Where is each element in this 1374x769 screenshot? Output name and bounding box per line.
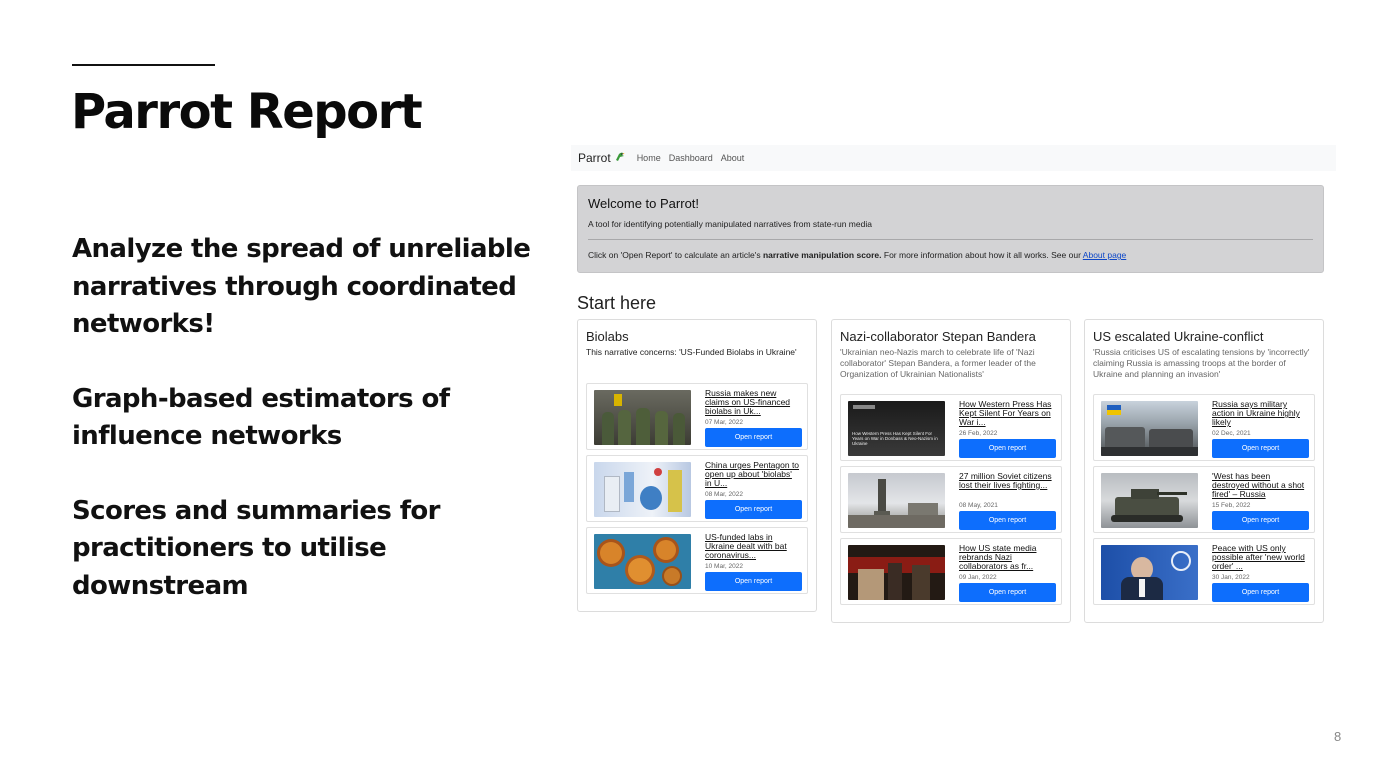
- article-thumbnail: [848, 473, 945, 528]
- welcome-text-before: Click on 'Open Report' to calculate an a…: [588, 250, 763, 260]
- article-card: Peace with US only possible after 'new w…: [1093, 538, 1315, 605]
- article-thumbnail: How Western Press Has Kept Silent For Ye…: [848, 401, 945, 456]
- brand-label: Parrot: [578, 151, 611, 165]
- slide-title: Parrot Report: [71, 84, 423, 140]
- nav-about[interactable]: About: [721, 153, 745, 163]
- open-report-button[interactable]: Open report: [705, 572, 802, 591]
- article-date: 08 Mar, 2022: [705, 491, 743, 498]
- article-title-link[interactable]: How US state media rebrands Nazi collabo…: [959, 544, 1054, 571]
- article-thumbnail: [594, 534, 691, 589]
- topic-description: 'Ukrainian neo-Nazis march to celebrate …: [840, 347, 1036, 379]
- open-report-button[interactable]: Open report: [959, 511, 1056, 530]
- article-date: 26 Feb, 2022: [959, 430, 998, 437]
- article-date: 02 Dec, 2021: [1212, 430, 1251, 437]
- topic-card-bandera: Nazi-collaborator Stepan Bandera 'Ukrain…: [831, 319, 1071, 623]
- open-report-button[interactable]: Open report: [1212, 439, 1309, 458]
- article-thumbnail: [594, 390, 691, 445]
- start-here-heading: Start here: [577, 293, 657, 313]
- welcome-text-bold: narrative manipulation score.: [762, 250, 882, 260]
- article-thumbnail: [1101, 401, 1198, 456]
- welcome-panel: Welcome to Parrot! A tool for identifyin…: [577, 185, 1324, 273]
- article-card: 'West has been destroyed without a shot …: [1093, 466, 1315, 533]
- page-number: 8: [1334, 729, 1342, 744]
- article-date: 07 Mar, 2022: [705, 419, 743, 426]
- topic-title: Biolabs: [586, 329, 629, 344]
- open-report-button[interactable]: Open report: [705, 500, 802, 519]
- brand[interactable]: Parrot: [578, 151, 625, 165]
- nav-dashboard[interactable]: Dashboard: [669, 153, 713, 163]
- article-card: US-funded labs in Ukraine dealt with bat…: [586, 527, 808, 594]
- welcome-subtitle: A tool for identifying potentially manip…: [588, 219, 872, 229]
- article-card: 27 million Soviet citizens lost their li…: [840, 466, 1062, 533]
- article-date: 15 Feb, 2022: [1212, 502, 1251, 509]
- article-title-link[interactable]: 27 million Soviet citizens lost their li…: [959, 472, 1054, 490]
- article-title-link[interactable]: US-funded labs in Ukraine dealt with bat…: [705, 533, 800, 560]
- topic-description: 'Russia criticises US of escalating tens…: [1093, 347, 1310, 379]
- open-report-button[interactable]: Open report: [959, 439, 1056, 458]
- article-title-link[interactable]: Peace with US only possible after 'new w…: [1212, 544, 1307, 571]
- open-report-button[interactable]: Open report: [959, 583, 1056, 602]
- article-date: 30 Jan, 2022: [1212, 574, 1250, 581]
- article-card: Russia says military action in Ukraine h…: [1093, 394, 1315, 461]
- article-date: 10 Mar, 2022: [705, 563, 743, 570]
- bullet-point: Analyze the spread of unreliable narrati…: [72, 234, 531, 339]
- article-card: Russia makes new claims on US-financed b…: [586, 383, 808, 450]
- article-thumbnail: [594, 462, 691, 517]
- article-title-link[interactable]: China urges Pentagon to open up about 'b…: [705, 461, 800, 488]
- article-card: China urges Pentagon to open up about 'b…: [586, 455, 808, 522]
- topic-title: US escalated Ukraine-conflict: [1093, 329, 1264, 344]
- welcome-text-after: For more information about how it all wo…: [881, 250, 1083, 260]
- topic-card-us-escalated: US escalated Ukraine-conflict 'Russia cr…: [1084, 319, 1324, 623]
- article-thumbnail: [848, 545, 945, 600]
- navbar: Parrot Home Dashboard About: [571, 145, 1336, 171]
- article-thumbnail: [1101, 473, 1198, 528]
- topic-card-biolabs: Biolabs This narrative concerns: 'US-Fun…: [577, 319, 817, 612]
- thumbnail-caption: How Western Press Has Kept Silent For Ye…: [852, 431, 938, 446]
- parrot-app-screenshot: Parrot Home Dashboard About Welcome to P…: [571, 145, 1336, 625]
- article-thumbnail: [1101, 545, 1198, 600]
- nav-home[interactable]: Home: [637, 153, 661, 163]
- article-date: 08 May, 2021: [959, 502, 998, 509]
- topic-title: Nazi-collaborator Stepan Bandera: [840, 329, 1036, 344]
- article-title-link[interactable]: Russia says military action in Ukraine h…: [1212, 400, 1307, 427]
- open-report-button[interactable]: Open report: [1212, 511, 1309, 530]
- welcome-title: Welcome to Parrot!: [588, 196, 700, 211]
- article-title-link[interactable]: How Western Press Has Kept Silent For Ye…: [959, 400, 1054, 427]
- article-date: 09 Jan, 2022: [959, 574, 997, 581]
- open-report-button[interactable]: Open report: [705, 428, 802, 447]
- open-report-button[interactable]: Open report: [1212, 583, 1309, 602]
- article-title-link[interactable]: Russia makes new claims on US-financed b…: [705, 389, 800, 416]
- welcome-instructions: Click on 'Open Report' to calculate an a…: [588, 250, 1313, 260]
- parrot-icon: [614, 151, 625, 165]
- topic-description: This narrative concerns: 'US-Funded Biol…: [586, 347, 797, 357]
- welcome-divider: [588, 239, 1313, 240]
- bullet-point: Scores and summaries for practitioners t…: [72, 495, 441, 601]
- about-page-link[interactable]: About page: [1083, 250, 1126, 260]
- article-card: How US state media rebrands Nazi collabo…: [840, 538, 1062, 605]
- article-title-link[interactable]: 'West has been destroyed without a shot …: [1212, 472, 1307, 499]
- bullet-point: Graph-based estimators of influence netw…: [72, 383, 450, 452]
- title-rule: [72, 64, 215, 66]
- article-card: How Western Press Has Kept Silent For Ye…: [840, 394, 1062, 461]
- bullet-list: Analyze the spread of unreliable narrati…: [72, 231, 552, 642]
